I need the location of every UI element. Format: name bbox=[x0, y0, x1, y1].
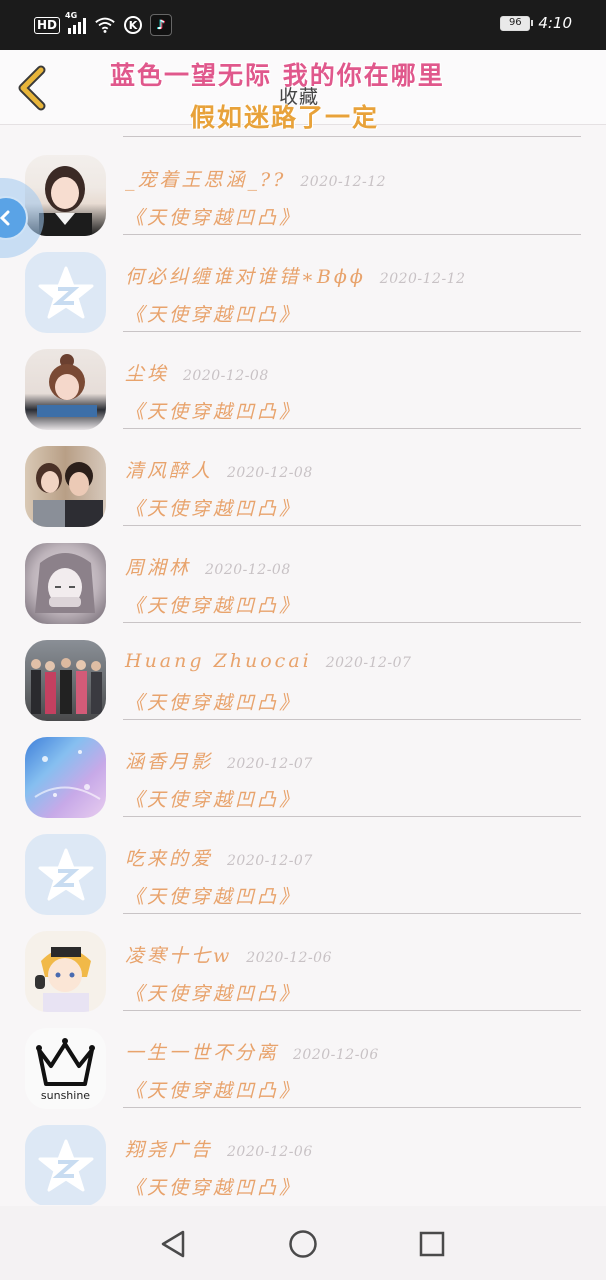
date: 2020-12-08 bbox=[227, 465, 313, 481]
message-text: 《天使穿越凹凸》 bbox=[125, 304, 302, 326]
date: 2020-12-07 bbox=[227, 853, 313, 869]
nav-recents-button[interactable] bbox=[412, 1224, 452, 1264]
list-item[interactable]: _宠着王思涵_?? 2020-12-12 《天使穿越凹凸》 bbox=[0, 151, 606, 248]
default-star-avatar[interactable] bbox=[25, 252, 106, 333]
contact-name: 吃来的爱 bbox=[125, 848, 214, 870]
hd-indicator: HD bbox=[34, 16, 61, 34]
message-text: 《天使穿越凹凸》 bbox=[125, 692, 302, 714]
divider bbox=[123, 331, 581, 332]
message-text: 《天使穿越凹凸》 bbox=[125, 595, 302, 617]
date: 2020-12-08 bbox=[183, 368, 269, 384]
contact-name: 凌寒十七w bbox=[125, 945, 233, 967]
blue-sky-avatar[interactable] bbox=[25, 737, 106, 818]
crown-sunshine-avatar[interactable]: sunshine bbox=[25, 1028, 106, 1109]
contact-name: 周湘林 bbox=[125, 557, 192, 579]
contact-name: 翔尧广告 bbox=[125, 1139, 214, 1161]
divider bbox=[123, 719, 581, 720]
chevron-left-icon bbox=[0, 210, 10, 226]
date: 2020-12-06 bbox=[227, 1144, 313, 1160]
square-recents-icon bbox=[419, 1231, 445, 1257]
list-item[interactable]: 尘埃 2020-12-08 《天使穿越凹凸》 bbox=[0, 345, 606, 442]
list-item[interactable]: 吃来的爱 2020-12-07 《天使穿越凹凸》 bbox=[0, 830, 606, 927]
wifi-icon bbox=[95, 17, 115, 33]
nav-home-button[interactable] bbox=[283, 1224, 323, 1264]
anime-girl-avatar[interactable] bbox=[25, 543, 106, 624]
network-type: 4G bbox=[65, 11, 78, 20]
divider bbox=[123, 136, 581, 137]
message-text: 《天使穿越凹凸》 bbox=[125, 401, 302, 423]
message-text: 《天使穿越凹凸》 bbox=[125, 207, 302, 229]
list-item[interactable]: 凌寒十七w 2020-12-06 《天使穿越凹凸》 bbox=[0, 927, 606, 1024]
contact-name: 清风醉人 bbox=[125, 460, 214, 482]
list-item[interactable]: sunshine 一生一世不分离 2020-12-06 《天使穿越凹凸》 bbox=[0, 1024, 606, 1121]
battery-icon: 96 bbox=[500, 15, 534, 31]
list-item[interactable]: 涵香月影 2020-12-07 《天使穿越凹凸》 bbox=[0, 733, 606, 830]
back-button[interactable] bbox=[12, 62, 52, 114]
circle-home-icon bbox=[289, 1230, 317, 1258]
message-text: 《天使穿越凹凸》 bbox=[125, 886, 302, 908]
header: 蓝色一望无际 我的你在哪里 收藏 假如迷路了一定 bbox=[0, 50, 606, 132]
message-text: 《天使穿越凹凸》 bbox=[125, 498, 302, 520]
date: 2020-12-12 bbox=[300, 174, 387, 190]
float-icon bbox=[0, 196, 28, 240]
divider bbox=[123, 622, 581, 623]
divider bbox=[123, 234, 581, 235]
divider bbox=[123, 913, 581, 914]
list-item[interactable]: Huang Zhuocai 2020-12-07 《天使穿越凹凸》 bbox=[0, 636, 606, 733]
tiktok-icon: ♪ bbox=[150, 14, 173, 36]
divider bbox=[123, 816, 581, 817]
list-item[interactable]: 翔尧广告 2020-12-06 《天使穿越凹凸》 bbox=[0, 1121, 606, 1205]
girl-bun-avatar[interactable] bbox=[25, 349, 106, 430]
message-text: 《天使穿越凹凸》 bbox=[125, 1177, 302, 1199]
divider bbox=[123, 1010, 581, 1011]
contact-name: 涵香月影 bbox=[125, 751, 214, 773]
default-star-avatar[interactable] bbox=[25, 1125, 106, 1205]
k-app-icon: K bbox=[124, 16, 143, 34]
contact-name: 一生一世不分离 bbox=[125, 1042, 280, 1064]
system-nav-bar bbox=[0, 1206, 606, 1280]
message-text: 《天使穿越凹凸》 bbox=[125, 789, 302, 811]
contact-name: 尘埃 bbox=[125, 363, 170, 385]
avatar-caption: sunshine bbox=[40, 1089, 91, 1102]
triangle-back-icon bbox=[161, 1230, 185, 1258]
list-item[interactable]: 周湘林 2020-12-08 《天使穿越凹凸》 bbox=[0, 539, 606, 636]
anime-boy-avatar[interactable] bbox=[25, 931, 106, 1012]
list-item[interactable]: 清风醉人 2020-12-08 《天使穿越凹凸》 bbox=[0, 442, 606, 539]
date: 2020-12-08 bbox=[205, 562, 291, 578]
divider bbox=[123, 428, 581, 429]
chevron-left-icon bbox=[18, 65, 46, 111]
favorites-list: _宠着王思涵_?? 2020-12-12 《天使穿越凹凸》 何必纠缠谁对谁错∗Βϕ… bbox=[0, 125, 606, 1205]
nav-back-button[interactable] bbox=[153, 1224, 193, 1264]
date: 2020-12-07 bbox=[227, 756, 313, 772]
date: 2020-12-07 bbox=[325, 655, 412, 671]
clock: 4:10 bbox=[538, 14, 572, 32]
message-text: 《天使穿越凹凸》 bbox=[125, 983, 302, 1005]
date: 2020-12-06 bbox=[246, 950, 332, 966]
divider bbox=[123, 1107, 581, 1108]
divider bbox=[123, 525, 581, 526]
message-text: 《天使穿越凹凸》 bbox=[125, 1080, 302, 1102]
date: 2020-12-12 bbox=[379, 271, 466, 287]
contact-name: _宠着王思涵_?? bbox=[125, 169, 287, 191]
group-photo-avatar[interactable] bbox=[25, 640, 106, 721]
signal-icon: 4G bbox=[65, 11, 87, 34]
status-bar: HD 4G K ♪ 96 4:10 bbox=[0, 0, 606, 50]
contact-name: Huang Zhuocai bbox=[125, 650, 312, 672]
couple-photo-avatar[interactable] bbox=[25, 446, 106, 527]
default-star-avatar[interactable] bbox=[25, 834, 106, 915]
contact-name: 何必纠缠谁对谁错∗Βϕϕ bbox=[125, 266, 366, 288]
date: 2020-12-06 bbox=[293, 1047, 379, 1063]
list-item[interactable]: 何必纠缠谁对谁错∗Βϕϕ 2020-12-12 《天使穿越凹凸》 bbox=[0, 248, 606, 345]
